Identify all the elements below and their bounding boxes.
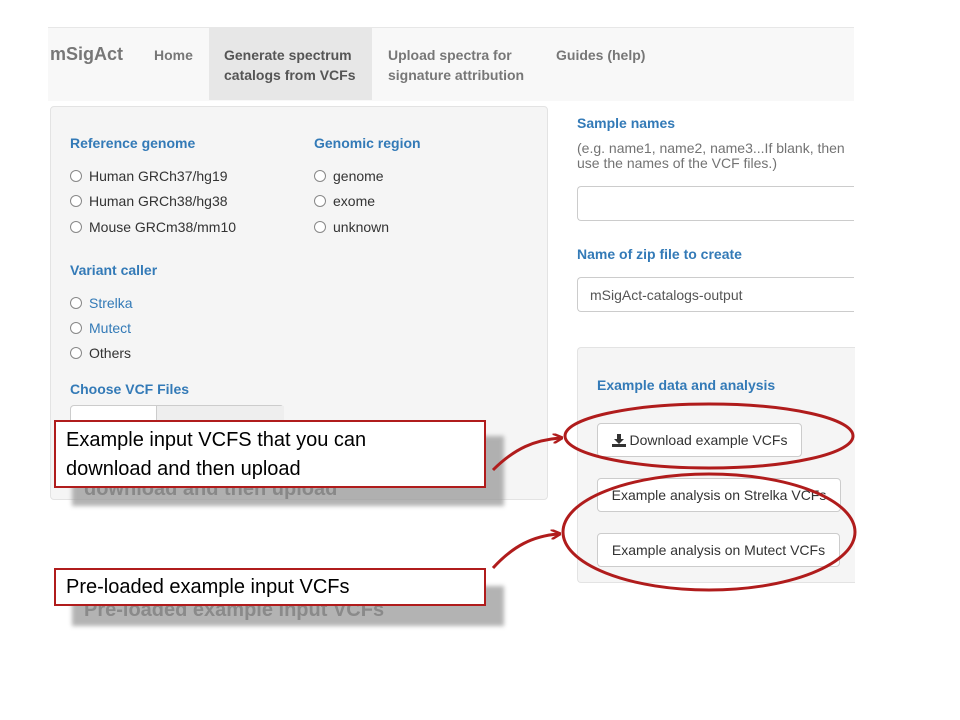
arrow-icon (491, 534, 558, 570)
highlight-ellipse-examples (561, 472, 857, 592)
annotation-overlay (491, 402, 857, 592)
highlight-ellipse-download (563, 402, 855, 470)
arrow-icon (491, 438, 560, 472)
